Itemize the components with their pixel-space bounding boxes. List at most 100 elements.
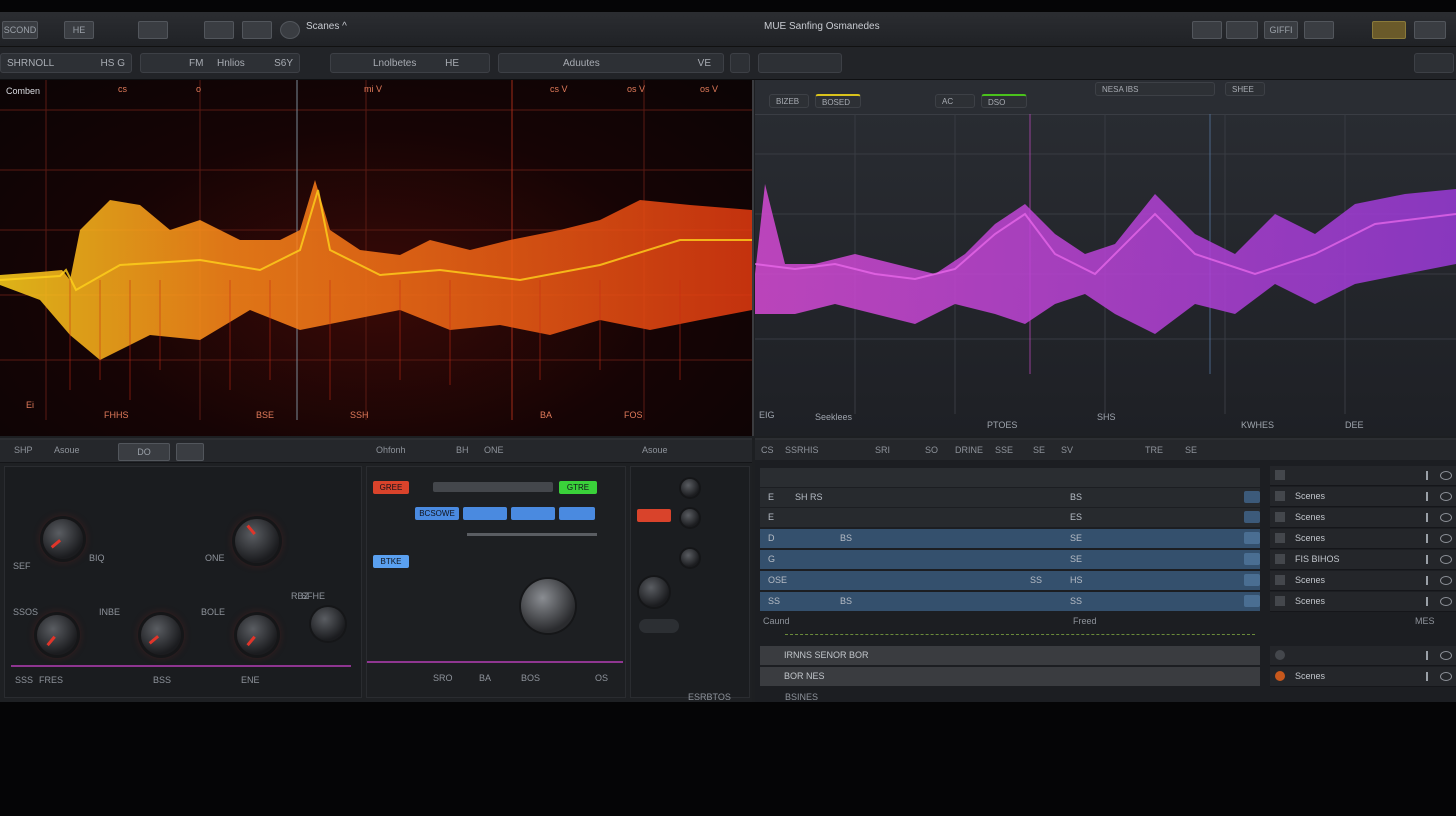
title-button-2[interactable]: HE	[64, 21, 94, 39]
track-row[interactable]: E SH RS BS	[760, 488, 1260, 507]
mini-knob-1[interactable]	[681, 479, 699, 497]
knob-bottom-label-4: ENE	[241, 675, 260, 685]
track-num: D	[768, 533, 775, 543]
knob-5[interactable]	[237, 615, 277, 655]
track-name: BS	[840, 596, 853, 606]
toolbar-field-5[interactable]	[758, 53, 842, 73]
sidebar-item[interactable]: Scenes	[1270, 487, 1456, 507]
mini-knob-3[interactable]	[681, 549, 699, 567]
sidebar-item[interactable]	[1270, 646, 1456, 666]
scope-right-field-2[interactable]: BOSED	[815, 94, 861, 108]
title-button-right-3[interactable]: GIFFI	[1264, 21, 1298, 39]
track-toggle[interactable]	[1244, 574, 1260, 586]
slider-track-1[interactable]	[433, 482, 553, 492]
track-row[interactable]: D BS SE	[760, 529, 1260, 548]
blue-small-pill[interactable]: BTKE	[373, 555, 409, 568]
lower-row[interactable]: IRNNS SENOR BOR	[760, 646, 1260, 665]
toolbar-field-1[interactable]: SHRNOLL HS G	[0, 53, 132, 73]
track-footer: BSINES	[785, 692, 819, 702]
toolbar-field-2[interactable]: FM Hnlios S6Y	[140, 53, 300, 73]
settings-icon[interactable]	[280, 21, 300, 39]
title-button-right-2[interactable]	[1226, 21, 1258, 39]
title-button-right-6[interactable]	[1414, 21, 1446, 39]
scope-right-field-5[interactable]: NESA IBS	[1095, 82, 1215, 96]
track-row[interactable]	[760, 468, 1260, 487]
title-button-right-1[interactable]	[1192, 21, 1222, 39]
eye-icon[interactable]	[1440, 513, 1452, 522]
scope-right-field-3[interactable]: AC	[935, 94, 975, 108]
title-button-3[interactable]	[138, 21, 168, 39]
track-row[interactable]: OSE SS HS	[760, 571, 1260, 590]
track-toggle[interactable]	[1244, 595, 1260, 607]
toolbar-toggle[interactable]	[730, 53, 750, 73]
track-toggle[interactable]	[1244, 553, 1260, 565]
knob-6[interactable]	[311, 607, 345, 641]
strip-toggle[interactable]	[639, 619, 679, 633]
scope-right-bottom-label-6: DEE	[1345, 420, 1364, 430]
track-toggle[interactable]	[1244, 532, 1260, 544]
track-row[interactable]: G SE	[760, 550, 1260, 569]
blue-pill-2[interactable]	[463, 507, 507, 520]
knob-2[interactable]	[235, 519, 279, 563]
scenes-menu[interactable]: Scanes ^	[306, 21, 347, 32]
sidebar-item[interactable]: Scenes	[1270, 529, 1456, 549]
sidebar-item[interactable]: Scenes	[1270, 592, 1456, 612]
scope-right-field-1[interactable]: BIZEB	[769, 94, 809, 108]
title-button-4[interactable]	[204, 21, 234, 39]
title-button-5[interactable]	[242, 21, 272, 39]
waveform-display-left[interactable]: Comben cs o mi V cs V os V os V Ei FHHS …	[0, 80, 754, 436]
mini-knob-2[interactable]	[681, 509, 699, 527]
blue-pill-4[interactable]	[559, 507, 595, 520]
title-button-1[interactable]: SCOND	[2, 21, 38, 39]
toolbar-field-4[interactable]: Aduutes VE	[498, 53, 724, 73]
scope-left-bottom-label-3: BSE	[256, 410, 275, 420]
waveform-display-right[interactable]: BIZEB BOSED AC DSO NESA IBS SHEE EIG See…	[755, 80, 1456, 436]
toolbar-field-6[interactable]	[1414, 53, 1454, 73]
scenes-menu-label: Scanes	[306, 21, 340, 32]
scope-right-field-4[interactable]: DSO	[981, 94, 1027, 108]
track-toggle[interactable]	[1244, 491, 1260, 503]
master-knob[interactable]	[521, 579, 575, 633]
sidebar-item[interactable]: Scenes	[1270, 667, 1456, 687]
eye-icon[interactable]	[1440, 597, 1452, 606]
sidebar-item[interactable]: Scenes	[1270, 571, 1456, 591]
knob-3[interactable]	[37, 615, 77, 655]
track-row[interactable]: SS BS SS	[760, 592, 1260, 611]
transport-toolbar: SHRNOLL HS G FM Hnlios S6Y Lnolbetes HE …	[0, 47, 1456, 80]
sidebar-item-label: Scenes	[1295, 533, 1326, 543]
eye-icon[interactable]	[1440, 471, 1452, 480]
rack-preset-button[interactable]: DO	[118, 443, 170, 461]
red-small-pill[interactable]	[637, 509, 671, 522]
eye-icon[interactable]	[1440, 576, 1452, 585]
track-toggle[interactable]	[1244, 511, 1260, 523]
toolbar-field-3-label: Lnolbetes	[373, 58, 417, 69]
strip-knob[interactable]	[639, 577, 669, 607]
knob-label-8: SFHE	[301, 591, 326, 601]
rack-button-2[interactable]	[176, 443, 204, 461]
knob-4[interactable]	[141, 615, 181, 655]
sidebar-item[interactable]	[1270, 466, 1456, 486]
scope-right-field-6[interactable]: SHEE	[1225, 82, 1265, 96]
green-pill[interactable]: GTRE	[559, 481, 597, 494]
eye-icon[interactable]	[1440, 651, 1452, 660]
waveform-left-graphic	[0, 80, 752, 420]
sidebar-item[interactable]: Scenes	[1270, 508, 1456, 528]
sidebar-item[interactable]: FIS BIHOS	[1270, 550, 1456, 570]
slider-track-2[interactable]	[467, 533, 597, 536]
toolbar-field-3[interactable]: Lnolbetes HE	[330, 53, 490, 73]
sidebar-item-label: Scenes	[1295, 596, 1326, 606]
track-value: SS	[1070, 596, 1083, 606]
rack-header: SHP Asoue DO Ohfonh BH ONE Asoue	[0, 440, 752, 463]
eye-icon[interactable]	[1440, 492, 1452, 501]
title-button-right-4[interactable]	[1304, 21, 1334, 39]
knob-1[interactable]	[43, 519, 83, 559]
blue-pill-1[interactable]: BCSOWE	[415, 507, 459, 520]
title-button-right-5[interactable]	[1372, 21, 1406, 39]
eye-icon[interactable]	[1440, 534, 1452, 543]
eye-icon[interactable]	[1440, 555, 1452, 564]
lower-row[interactable]: BOR NES	[760, 667, 1260, 686]
eye-icon[interactable]	[1440, 672, 1452, 681]
record-pill[interactable]: GREE	[373, 481, 409, 494]
track-row[interactable]: E ES	[760, 508, 1260, 527]
blue-pill-3[interactable]	[511, 507, 555, 520]
